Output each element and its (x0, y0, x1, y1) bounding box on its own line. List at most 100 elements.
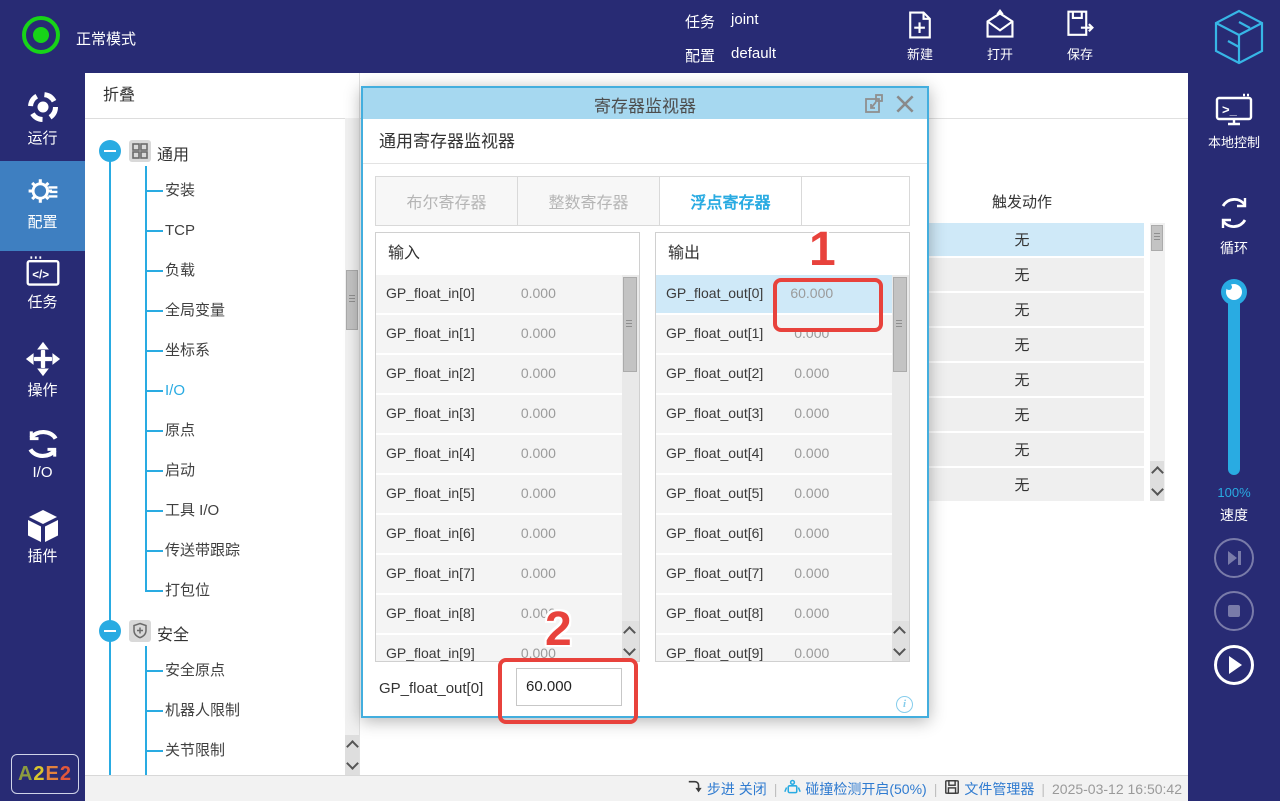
tree-item[interactable]: 原点 (165, 420, 330, 441)
tree-tick-line (145, 350, 163, 352)
new-button[interactable]: 新建 (888, 9, 952, 63)
close-icon[interactable] (893, 92, 917, 121)
collapse-minus-icon[interactable] (99, 620, 121, 642)
register-value: 0.000 (794, 405, 830, 421)
tree-item[interactable]: 安全原点 (165, 660, 330, 681)
register-row[interactable]: GP_float_in[4] 0.000 (376, 435, 622, 475)
scroll-down-button[interactable] (1150, 481, 1164, 501)
register-row[interactable]: GP_float_out[8] 0.000 (656, 595, 892, 635)
register-row[interactable]: GP_float_out[3] 0.000 (656, 395, 892, 435)
register-row[interactable]: GP_float_out[5] 0.000 (656, 475, 892, 515)
register-row[interactable]: GP_float_out[4] 0.000 (656, 435, 892, 475)
trigger-scrollbar-thumb[interactable] (1151, 225, 1163, 251)
file-manager-button[interactable]: 文件管理器 (944, 779, 1034, 799)
collapse-minus-icon[interactable] (99, 140, 121, 162)
tab-float-register[interactable]: 浮点寄存器 (660, 177, 802, 225)
mode-label: 正常模式 (76, 31, 137, 48)
register-row[interactable]: GP_float_out[0] 60.000 (656, 275, 892, 315)
config-tree: 通用安装 TCP 负载全局变量坐标系 I/O 原点启动工具 I/O 传送带跟踪打包位安全安… (85, 118, 343, 775)
register-row[interactable]: GP_float_in[8] 0.000 (376, 595, 622, 635)
tab-int-register[interactable]: 整数寄存器 (518, 177, 660, 225)
trigger-scrollbar[interactable] (1150, 223, 1165, 501)
sidebar-item-plugin[interactable]: 插件 (0, 503, 85, 579)
tree-scrollbar[interactable] (345, 118, 359, 775)
tree-item[interactable]: 工具 I/O (165, 500, 330, 521)
scroll-down-button[interactable] (622, 641, 639, 661)
tree-item[interactable]: 打包位 (165, 580, 330, 601)
register-row[interactable]: GP_float_in[3] 0.000 (376, 395, 622, 435)
tree-item[interactable]: 负载 (165, 260, 330, 281)
tree-group-general[interactable]: 通用 (85, 140, 335, 164)
scroll-up-button[interactable] (345, 735, 359, 755)
a2e2-badge[interactable]: A2E2 (11, 754, 79, 794)
sidebar-item-task[interactable]: </> 任务 (0, 249, 85, 325)
dialog-title-bar[interactable]: 寄存器监视器 (363, 88, 927, 119)
sidebar-item-io[interactable]: I/O (0, 420, 85, 496)
play-button[interactable] (1214, 645, 1254, 685)
scrollbar-thumb[interactable] (623, 277, 637, 372)
register-row[interactable]: GP_float_in[1] 0.000 (376, 315, 622, 355)
register-value-input[interactable]: 60.000 (516, 668, 622, 706)
restore-window-icon[interactable] (863, 93, 885, 120)
register-row[interactable]: GP_float_out[1] 0.000 (656, 315, 892, 355)
local-control-button[interactable]: >_ 本地控制 (1188, 93, 1280, 151)
tree-tick-line (145, 470, 163, 472)
save-button[interactable]: 保存 (1048, 9, 1112, 63)
register-name: GP_float_in[3] (386, 405, 475, 421)
register-value: 0.000 (794, 365, 830, 381)
input-list-scrollbar[interactable] (622, 275, 639, 661)
tree-item[interactable]: 启动 (165, 460, 330, 481)
scroll-up-button[interactable] (1150, 461, 1164, 481)
register-row[interactable]: GP_float_out[2] 0.000 (656, 355, 892, 395)
tree-item[interactable]: 关节限制 (165, 740, 330, 761)
open-button[interactable]: 打开 (968, 9, 1032, 63)
collapse-toggle[interactable]: 折叠 (85, 73, 359, 119)
register-name: GP_float_in[7] (386, 565, 475, 581)
register-row[interactable]: GP_float_out[7] 0.000 (656, 555, 892, 595)
register-row[interactable]: GP_float_in[7] 0.000 (376, 555, 622, 595)
register-row[interactable]: GP_float_in[2] 0.000 (376, 355, 622, 395)
trigger-action-column-header: 触发动作 (991, 194, 1053, 211)
scroll-down-button[interactable] (892, 641, 909, 661)
tree-item[interactable]: I/O (165, 380, 330, 401)
speed-slider[interactable] (1221, 279, 1247, 475)
scroll-up-button[interactable] (892, 621, 909, 641)
info-icon[interactable]: i (896, 696, 913, 713)
tree-item[interactable]: 全局变量 (165, 300, 330, 321)
tree-scrollbar-thumb[interactable] (346, 270, 358, 330)
tree-item[interactable]: 传送带跟踪 (165, 540, 330, 561)
register-row[interactable]: GP_float_out[9] 0.000 (656, 635, 892, 661)
tab-bool-register[interactable]: 布尔寄存器 (376, 177, 518, 225)
tree-item[interactable]: TCP (165, 220, 330, 241)
sidebar-item-run[interactable]: 运行 (0, 83, 85, 159)
register-row[interactable]: GP_float_in[5] 0.000 (376, 475, 622, 515)
scroll-up-button[interactable] (622, 621, 639, 641)
scroll-down-button[interactable] (345, 755, 359, 775)
stop-button[interactable] (1214, 591, 1254, 631)
save-icon (1048, 9, 1112, 41)
tree-item[interactable]: 安装 (165, 180, 330, 201)
badge-letter: 2 (59, 762, 73, 785)
scrollbar-thumb[interactable] (893, 277, 907, 372)
output-list-header: 输出 (656, 233, 909, 276)
tree-item[interactable]: 机器人限制 (165, 700, 330, 721)
output-list-scrollbar[interactable] (892, 275, 909, 661)
sidebar-item-operate[interactable]: 操作 (0, 335, 85, 411)
register-row[interactable]: GP_float_in[6] 0.000 (376, 515, 622, 555)
tree-group-label: 安全 (157, 627, 190, 644)
speed-slider-thumb[interactable] (1221, 279, 1247, 305)
register-row[interactable]: GP_float_in[9] 0.000 (376, 635, 622, 661)
tree-item[interactable]: 坐标系 (165, 340, 330, 361)
register-value: 0.000 (794, 605, 830, 621)
loop-button[interactable]: 循环 (1188, 193, 1280, 258)
collision-detect-status[interactable]: 碰撞检测开启(50%) (784, 779, 927, 799)
tree-group-safety[interactable]: 安全 (85, 620, 335, 644)
register-name: GP_float_in[2] (386, 365, 475, 381)
sidebar-item-config[interactable]: 配置 (0, 161, 85, 251)
trigger-action-value: 无 (1014, 477, 1030, 494)
register-row[interactable]: GP_float_out[6] 0.000 (656, 515, 892, 555)
register-row[interactable]: GP_float_in[0] 0.000 (376, 275, 622, 315)
step-forward-button[interactable] (1214, 538, 1254, 578)
step-mode-status[interactable]: 步进 关闭 (687, 779, 767, 799)
register-value: 0.000 (520, 565, 556, 581)
